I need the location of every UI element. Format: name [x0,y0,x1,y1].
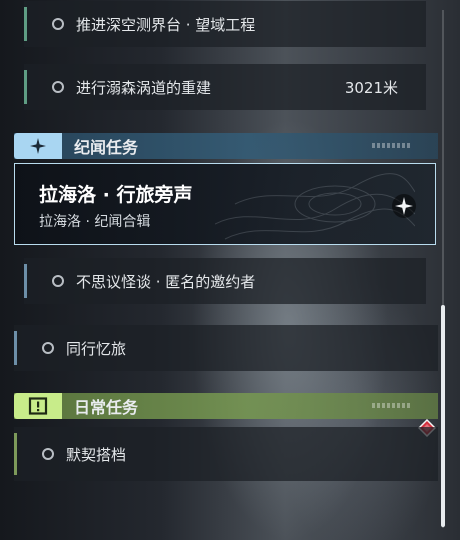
task-label: 同行忆旅 [66,339,127,358]
task-status-circle-icon [42,448,54,460]
tracked-story-subtitle: 拉海洛 · 纪闻合辑 [39,214,151,230]
task-label: 进行溺森涡道的重建 [76,78,212,97]
task-accent-bar [14,331,17,365]
exclamation-box-icon [28,397,48,415]
task-row[interactable]: 推进深空测界台 · 望域工程 [24,1,426,47]
task-accent-bar [24,70,27,104]
daily-section-icon-box [14,393,62,419]
compass-star-icon[interactable] [391,193,417,219]
daily-section-header[interactable]: 日常任务 [14,393,438,419]
task-status-circle-icon [52,18,64,30]
section-decoration [372,403,412,408]
scrollbar-thumb[interactable] [441,305,445,527]
story-section-title: 纪闻任务 [74,138,139,157]
task-status-circle-icon [52,81,64,93]
tracked-story-title: 拉海洛 · 行旅旁声 [39,184,193,206]
task-row[interactable]: 不思议怪谈 · 匿名的邀约者 [24,258,426,304]
task-distance: 3021米 [344,78,398,97]
four-point-star-icon [30,138,46,154]
story-section-icon-box [14,133,62,159]
task-label: 默契搭档 [66,445,127,464]
task-accent-bar [14,433,17,475]
task-label: 不思议怪谈 · 匿名的邀约者 [76,272,256,291]
task-row[interactable]: 默契搭档 [14,427,438,481]
daily-section-title: 日常任务 [74,398,139,417]
task-accent-bar [24,7,27,41]
card-contour-pattern [215,173,415,240]
task-status-circle-icon [42,342,54,354]
task-status-circle-icon [52,275,64,287]
task-row[interactable]: 进行溺森涡道的重建 3021米 [24,64,426,110]
task-label: 推进深空测界台 · 望域工程 [76,15,256,34]
story-section-header[interactable]: 纪闻任务 [14,133,438,159]
task-accent-bar [24,264,27,298]
tracked-story-card[interactable]: 拉海洛 · 行旅旁声 拉海洛 · 纪闻合辑 [14,163,436,245]
section-decoration [372,143,412,148]
task-row[interactable]: 同行忆旅 [14,325,438,371]
